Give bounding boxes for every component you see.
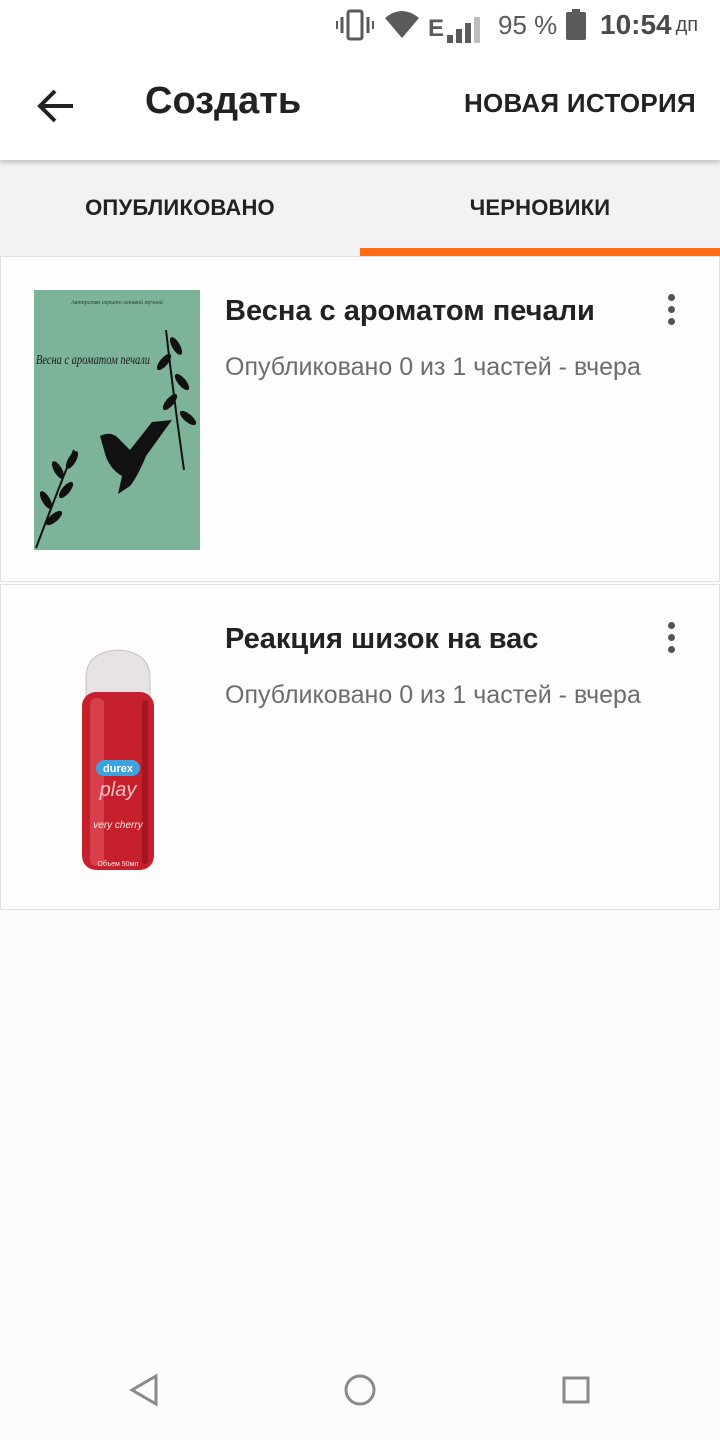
home-circle-icon[interactable] [340,1370,380,1410]
tab-published[interactable]: ОПУБЛИКОВАНО [0,160,360,256]
tab-bar: ОПУБЛИКОВАНО ЧЕРНОВИКИ [0,160,720,256]
battery-percent: 95 % [498,8,557,42]
story-title: Весна с ароматом печали [225,295,595,327]
more-options-icon[interactable] [653,613,689,661]
status-bar: E 95 % 10:54 дп [0,0,720,52]
story-card[interactable]: durex play very cherry Объем 50мл Реакци… [0,584,720,910]
bottle-volume-text: Объем 50мл [98,860,139,868]
bottle-product-text: play [99,779,138,801]
arrow-back-icon [37,89,73,123]
bottle-brand-text: durex [103,763,134,775]
cell-signal-icon: E [428,12,481,46]
new-story-button[interactable]: НОВАЯ ИСТОРИЯ [464,88,696,119]
back-button[interactable] [24,74,88,138]
network-type-label: E [428,15,445,42]
cover-author-text: Авторство скрыто ленивой тучкой [70,299,163,306]
wifi-icon [384,8,420,42]
back-triangle-icon[interactable] [124,1370,164,1410]
toolbar: Создать НОВАЯ ИСТОРИЯ [0,52,720,160]
clock-time: 10:54 [600,9,672,40]
story-cover-image: Авторство скрыто ленивой тучкой Весна с … [34,290,200,550]
cover-title-text: Весна с ароматом печали [36,353,150,368]
story-meta: Опубликовано 0 из 1 частей - вчера [225,353,641,381]
tab-drafts[interactable]: ЧЕРНОВИКИ [360,160,720,256]
tab-selected-indicator [360,248,720,256]
clock: 10:54 дп [600,8,698,42]
battery-percent-label: 95 % [498,9,558,40]
vibrate-icon [336,8,374,42]
system-nav-bar [0,1340,720,1440]
clock-ampm: дп [675,13,699,36]
more-options-icon[interactable] [653,285,689,333]
bottle-flavor-text: very cherry [93,820,143,831]
page-title: Создать [145,80,302,122]
story-meta: Опубликовано 0 из 1 частей - вчера [225,681,641,709]
battery-icon [565,8,587,42]
recents-square-icon[interactable] [556,1370,596,1410]
story-card[interactable]: Авторство скрыто ленивой тучкой Весна с … [0,256,720,582]
story-title: Реакция шизок на вас [225,623,539,655]
story-cover-image: durex play very cherry Объем 50мл [34,618,200,878]
